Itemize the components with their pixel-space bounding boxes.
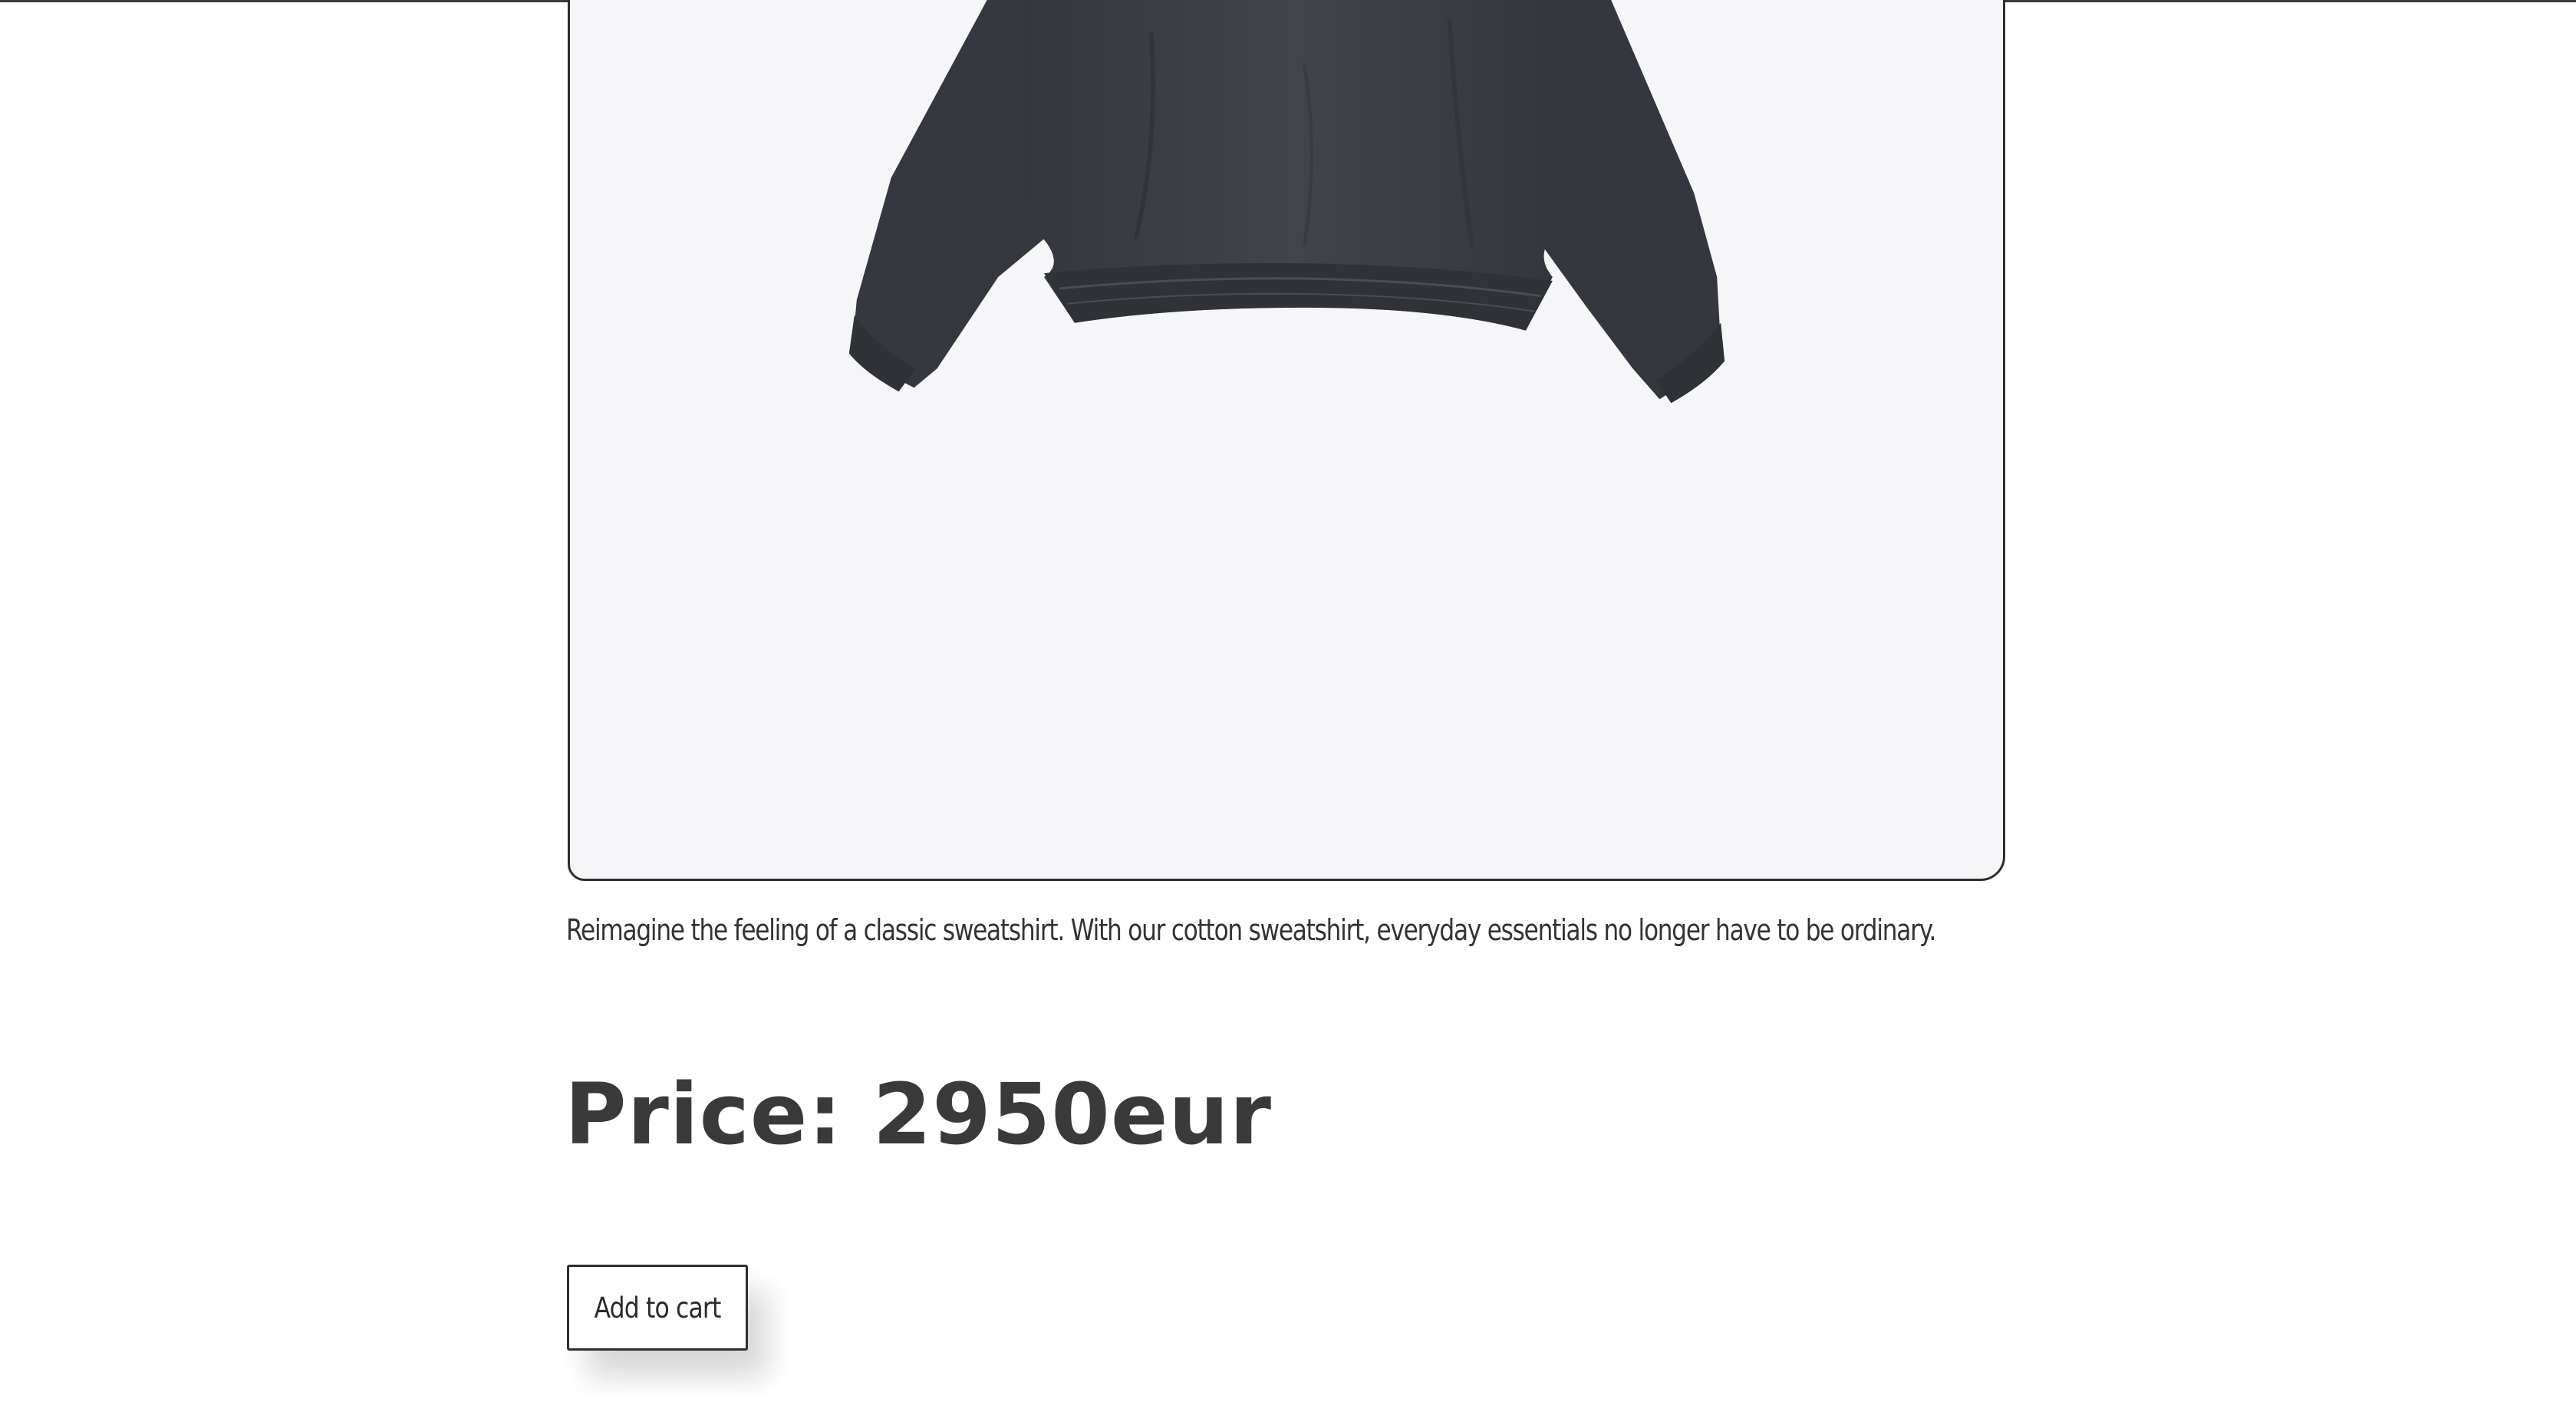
product-image-frame [568, 0, 2005, 881]
sweatshirt-image [848, 0, 1725, 404]
add-to-cart-label: Add to cart [594, 1291, 722, 1325]
product-description: Reimagine the feeling of a classic sweat… [566, 913, 1936, 947]
product-price: Price: 2950eur [565, 1065, 1272, 1163]
add-to-cart-button[interactable]: Add to cart [567, 1265, 748, 1351]
